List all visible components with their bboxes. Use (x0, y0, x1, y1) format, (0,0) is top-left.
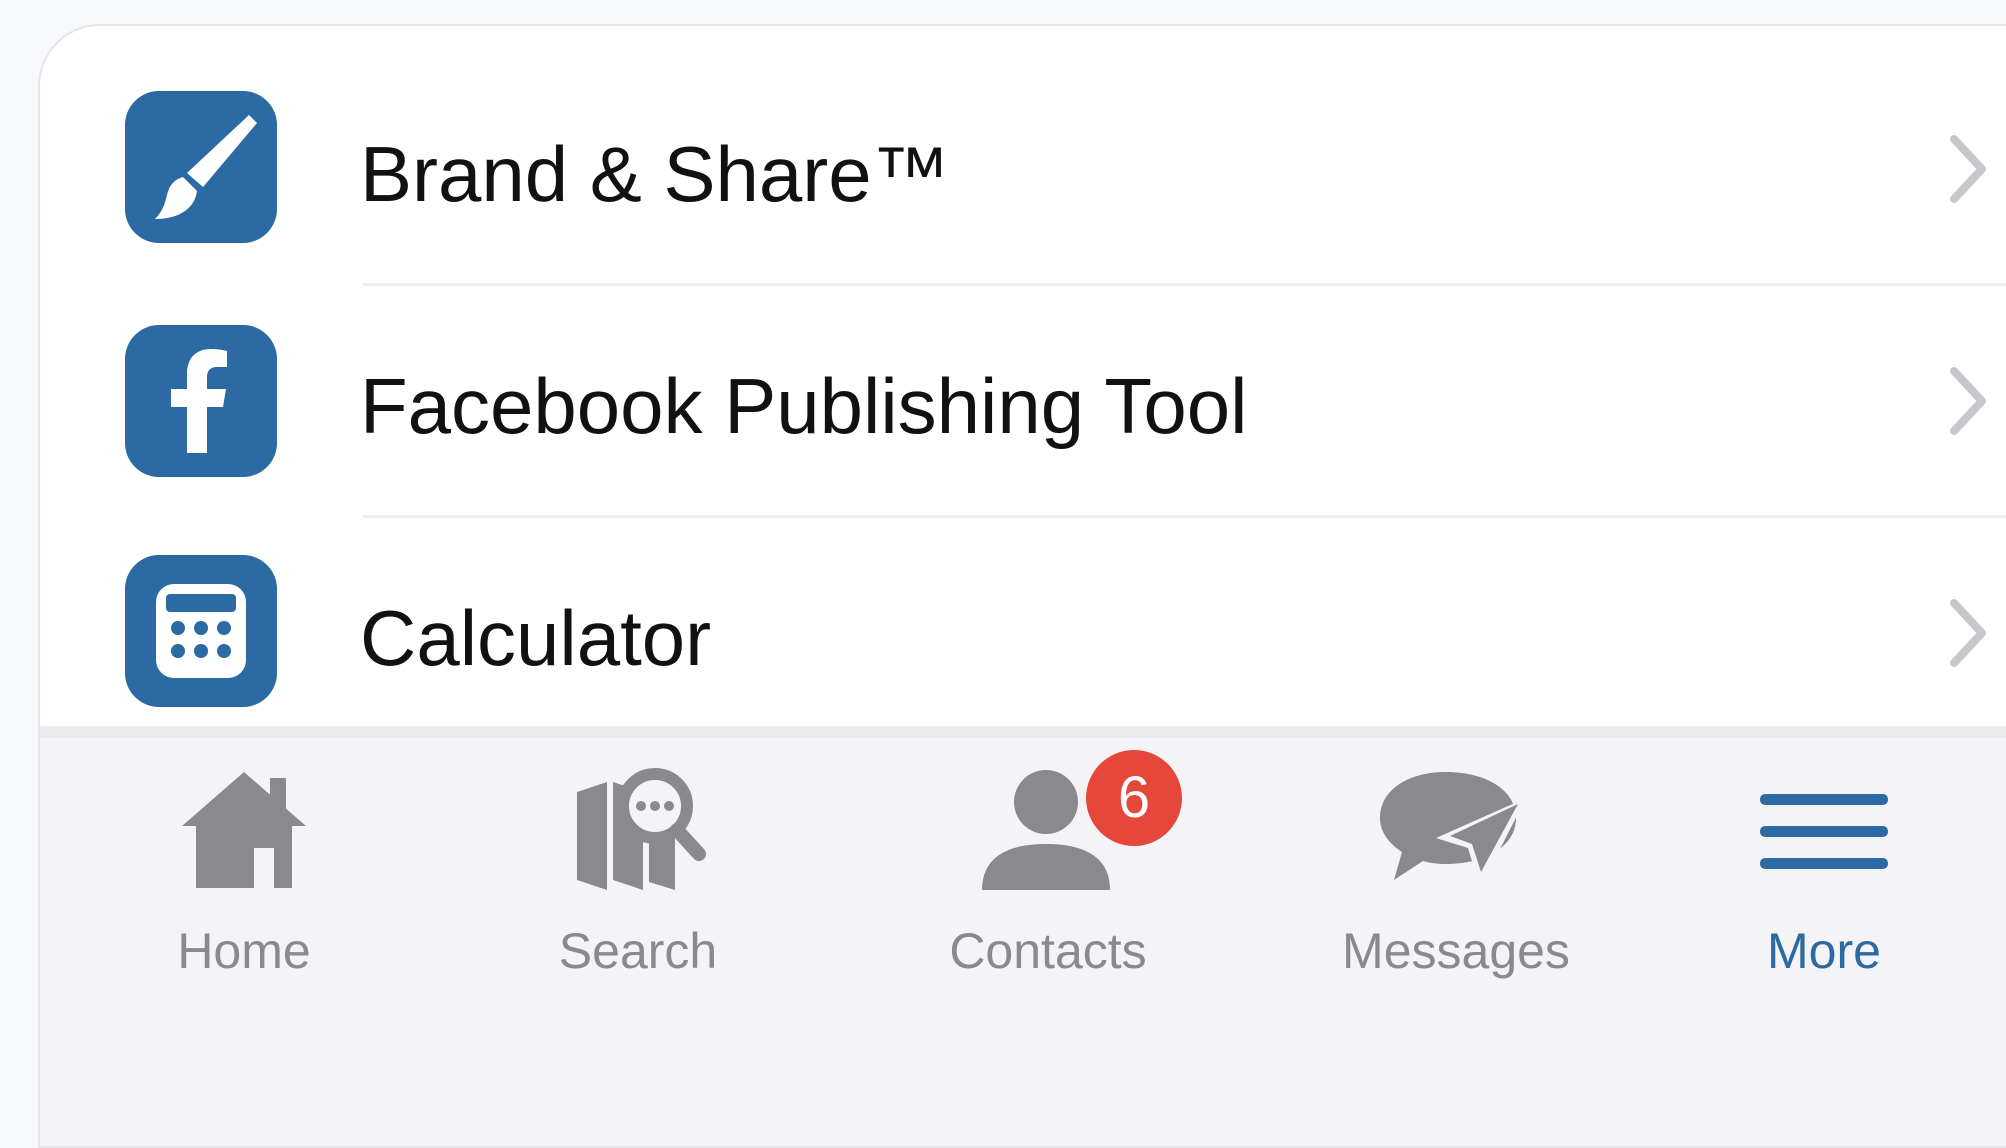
tab-messages[interactable]: Messages (1276, 738, 1636, 998)
tab-bar: Home Search 6 Contacts Messages More (40, 726, 2006, 1146)
tab-contacts[interactable]: 6 Contacts (868, 738, 1228, 998)
tab-label: Contacts (949, 923, 1147, 979)
home-icon (182, 772, 306, 888)
menu-item-label: Calculator (360, 594, 712, 682)
tab-home[interactable]: Home (64, 738, 424, 998)
tab-label: Search (558, 923, 718, 979)
map-search-icon (577, 768, 706, 890)
chevron-right-icon (1950, 367, 1986, 435)
tab-label: Home (177, 923, 311, 979)
tab-label: Messages (1342, 923, 1570, 979)
menu-item-label: Brand & Share™ (360, 130, 950, 218)
tab-label: More (1767, 923, 1881, 979)
tab-search[interactable]: Search (458, 738, 818, 998)
chevron-right-icon (1950, 135, 1986, 203)
notification-badge: 6 (1086, 750, 1182, 846)
more-menu-list: Brand & Share™ Facebook Publishing Tool (40, 26, 2006, 724)
menu-icon (1760, 794, 1888, 869)
tab-more[interactable]: More (1644, 738, 2004, 998)
chevron-right-icon (1950, 599, 1986, 667)
menu-item-label: Facebook Publishing Tool (360, 362, 1248, 450)
paintbrush-icon (125, 91, 277, 243)
messages-icon (1380, 772, 1526, 888)
more-menu-card: Brand & Share™ Facebook Publishing Tool (38, 24, 2006, 1148)
menu-item-calculator[interactable]: Calculator (40, 515, 2006, 747)
calculator-icon (125, 555, 277, 707)
menu-item-facebook-publishing-tool[interactable]: Facebook Publishing Tool (40, 283, 2006, 515)
menu-item-brand-share[interactable]: Brand & Share™ (40, 51, 2006, 283)
facebook-icon (125, 325, 277, 477)
